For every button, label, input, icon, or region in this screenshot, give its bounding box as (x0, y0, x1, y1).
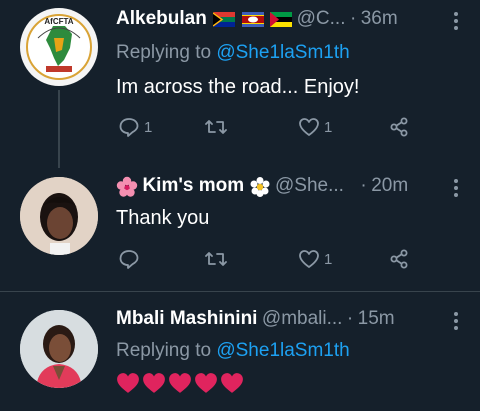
replying-prefix: Replying to (116, 340, 212, 361)
share-icon (390, 117, 408, 137)
blossom-icon (250, 176, 270, 197)
tweet-actions: 1 1 (0, 116, 480, 142)
south-africa-flag-icon (213, 12, 236, 28)
mozambique-flag-icon (270, 12, 293, 28)
separator: · (349, 8, 357, 29)
retweet-icon (205, 120, 227, 134)
cherry-blossom-icon (116, 176, 138, 197)
heart-icon (299, 250, 319, 268)
red-heart-icon (195, 373, 217, 393)
avatar[interactable] (20, 177, 98, 255)
share-icon (390, 249, 408, 269)
separator: · (346, 308, 354, 329)
more-options-icon[interactable] (454, 12, 460, 33)
display-name[interactable]: Mbali Mashinini (116, 308, 257, 329)
retweet-button[interactable] (204, 248, 232, 270)
avatar[interactable] (20, 310, 98, 388)
tweet-text: Thank you (116, 207, 210, 229)
replying-to: Replying to @She1laSm1th (116, 42, 350, 64)
reply-icon (119, 118, 139, 137)
avatar[interactable]: AfCFTA (20, 8, 98, 86)
display-name[interactable]: Kim's mom (142, 175, 244, 196)
red-heart-icon (221, 373, 243, 393)
red-heart-icon (117, 373, 139, 393)
tweet-text: Im across the road... Enjoy! (116, 76, 360, 98)
profile-photo-icon (20, 310, 98, 388)
tweet-2[interactable]: Kim's mom @She... · 20m Thank you 1 (0, 165, 480, 290)
handle[interactable]: @She... (275, 175, 344, 196)
share-button[interactable] (388, 248, 410, 270)
timestamp[interactable]: 20m (371, 175, 408, 196)
separator: · (360, 175, 367, 196)
reply-count: 1 (144, 118, 153, 136)
retweet-button[interactable] (204, 116, 232, 138)
logo-text: AfCFTA (44, 17, 73, 26)
replying-to: Replying to @She1laSm1th (116, 340, 350, 362)
heart-icon (299, 118, 319, 136)
reply-icon (119, 250, 139, 269)
tweet-actions: 1 (0, 248, 480, 274)
eswatini-flag-icon (241, 12, 264, 28)
tweet-3[interactable]: Mbali Mashinini @mbali... · 15m Replying… (0, 292, 480, 411)
handle[interactable]: @C... (297, 8, 346, 29)
replying-prefix: Replying to (116, 42, 212, 63)
tweet-1[interactable]: AfCFTA Alkebulan @C... · 36m Replying to… (0, 0, 480, 168)
mention-link[interactable]: @She1laSm1th (216, 42, 349, 63)
tweet-text (116, 372, 244, 394)
like-count: 1 (324, 118, 333, 136)
more-options-icon[interactable] (454, 312, 460, 333)
like-button[interactable]: 1 (298, 248, 332, 270)
like-count: 1 (324, 250, 333, 268)
mention-link[interactable]: @She1laSm1th (216, 340, 349, 361)
afcfta-logo-icon: AfCFTA (26, 14, 92, 80)
reply-button[interactable] (118, 248, 144, 270)
timestamp[interactable]: 15m (358, 308, 395, 329)
profile-photo-icon (20, 177, 98, 255)
timestamp[interactable]: 36m (361, 8, 398, 29)
like-button[interactable]: 1 (298, 116, 332, 138)
display-name[interactable]: Alkebulan (116, 8, 207, 29)
red-heart-icon (143, 373, 165, 393)
reply-button[interactable]: 1 (118, 116, 152, 138)
handle[interactable]: @mbali... (262, 308, 343, 329)
share-button[interactable] (388, 116, 410, 138)
red-heart-icon (169, 373, 191, 393)
more-options-icon[interactable] (454, 179, 460, 200)
retweet-icon (205, 252, 227, 266)
